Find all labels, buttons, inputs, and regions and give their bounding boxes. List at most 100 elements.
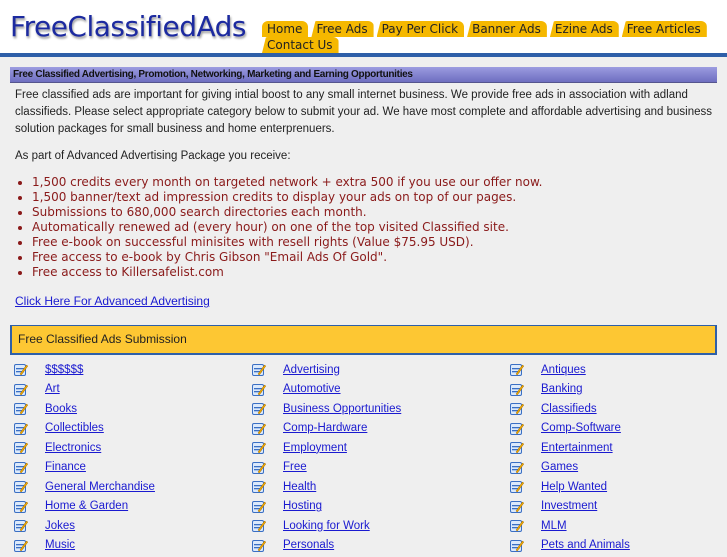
nav-tab-free-articles[interactable]: Free Articles (621, 21, 707, 37)
category-link[interactable]: Antiques (541, 364, 586, 376)
package-heading: As part of Advanced Advertising Package … (15, 150, 291, 162)
edit-document-icon[interactable] (252, 500, 267, 513)
category-link[interactable]: Comp-Software (541, 422, 621, 434)
category-link[interactable]: Home & Garden (45, 500, 128, 512)
category-link[interactable]: Games (541, 461, 578, 473)
edit-document-icon[interactable] (14, 363, 29, 377)
category-link[interactable]: Collectibles (45, 422, 104, 434)
edit-document-icon[interactable] (14, 422, 29, 435)
category-link[interactable]: Personals (283, 539, 334, 551)
nav-tab-banner-ads[interactable]: Banner Ads (467, 21, 547, 37)
category-row: Jokes Looking for Work MLM (0, 516, 727, 536)
edit-document-icon[interactable] (510, 363, 525, 377)
category-link[interactable]: Finance (45, 461, 86, 473)
benefit-item: Automatically renewed ad (every hour) on… (18, 220, 727, 235)
category-cell: Automotive (252, 383, 510, 396)
benefit-item: Free access to e-book by Chris Gibson "E… (18, 250, 727, 265)
edit-document-icon[interactable] (14, 519, 29, 533)
header-divider (0, 53, 727, 57)
category-link[interactable]: Jokes (45, 520, 75, 532)
edit-document-icon[interactable] (510, 402, 525, 416)
edit-document-icon[interactable] (14, 461, 29, 474)
edit-document-icon[interactable] (252, 539, 267, 552)
benefit-item: 1,500 credits every month on targeted ne… (18, 175, 727, 190)
category-link[interactable]: Books (45, 403, 77, 415)
category-link[interactable]: Pets and Animals (541, 539, 630, 551)
category-link[interactable]: Electronics (45, 442, 101, 454)
intro-text: Free classified ads are important for gi… (15, 89, 712, 135)
site-header: FreeClassifiedAds Home Free Ads Pay Per … (0, 0, 727, 57)
category-row: $$$$$$ Advertising Antiques (0, 360, 727, 380)
category-link[interactable]: Employment (283, 442, 347, 454)
category-link[interactable]: Music (45, 539, 75, 551)
category-link[interactable]: Help Wanted (541, 481, 607, 493)
category-cell: Entertainment (510, 441, 613, 455)
edit-document-icon[interactable] (14, 383, 29, 396)
category-cell: MLM (510, 519, 567, 533)
category-link[interactable]: Automotive (283, 383, 341, 395)
edit-document-icon[interactable] (14, 402, 29, 416)
category-link[interactable]: Banking (541, 383, 583, 395)
category-cell: Hosting (252, 500, 510, 513)
nav-tab-home[interactable]: Home (262, 21, 309, 37)
edit-document-icon[interactable] (14, 500, 29, 513)
main-nav: Home Free Ads Pay Per Click Banner Ads E… (262, 21, 722, 53)
site-logo[interactable]: FreeClassifiedAds (10, 10, 247, 43)
nav-tab-pay-per-click[interactable]: Pay Per Click (376, 21, 465, 37)
category-link[interactable]: Advertising (283, 364, 340, 376)
category-row: Home & Garden Hosting Investment (0, 497, 727, 517)
category-link[interactable]: Classifieds (541, 403, 597, 415)
category-cell: Help Wanted (510, 480, 607, 494)
category-link[interactable]: Looking for Work (283, 520, 370, 532)
edit-document-icon[interactable] (510, 539, 525, 552)
edit-document-icon[interactable] (252, 441, 267, 455)
category-cell: Pets and Animals (510, 539, 630, 552)
category-cell: Business Opportunities (252, 402, 510, 416)
edit-document-icon[interactable] (252, 519, 267, 533)
edit-document-icon[interactable] (510, 383, 525, 396)
category-row: Art Automotive Banking (0, 380, 727, 400)
nav-tab-contact-us[interactable]: Contact Us (262, 37, 339, 53)
category-link[interactable]: Investment (541, 500, 597, 512)
edit-document-icon[interactable] (14, 480, 29, 494)
edit-document-icon[interactable] (252, 383, 267, 396)
edit-document-icon[interactable] (510, 480, 525, 494)
edit-document-icon[interactable] (14, 539, 29, 552)
category-link[interactable]: Entertainment (541, 442, 613, 454)
nav-tab-ezine-ads[interactable]: Ezine Ads (549, 21, 619, 37)
benefit-item: 1,500 banner/text ad impression credits … (18, 190, 727, 205)
edit-document-icon[interactable] (252, 480, 267, 494)
category-row: General Merchandise Health Help Wanted (0, 477, 727, 497)
category-link[interactable]: MLM (541, 520, 567, 532)
category-link[interactable]: Business Opportunities (283, 403, 401, 415)
edit-document-icon[interactable] (252, 402, 267, 416)
category-cell: Banking (510, 383, 583, 396)
category-row: Books Business Opportunities Classifieds (0, 399, 727, 419)
edit-document-icon[interactable] (252, 422, 267, 435)
edit-document-icon[interactable] (510, 422, 525, 435)
category-cell: Health (252, 480, 510, 494)
category-cell: Investment (510, 500, 597, 513)
edit-document-icon[interactable] (252, 363, 267, 377)
advanced-advertising-link[interactable]: Click Here For Advanced Advertising (15, 294, 712, 308)
benefit-item: Submissions to 680,000 search directorie… (18, 205, 727, 220)
edit-document-icon[interactable] (510, 461, 525, 474)
category-link[interactable]: Art (45, 383, 60, 395)
edit-document-icon[interactable] (510, 519, 525, 533)
category-link[interactable]: Comp-Hardware (283, 422, 367, 434)
nav-tab-free-ads[interactable]: Free Ads (311, 21, 374, 37)
category-link[interactable]: General Merchandise (45, 481, 155, 493)
benefits-list: 1,500 credits every month on targeted ne… (0, 175, 727, 280)
edit-document-icon[interactable] (510, 500, 525, 513)
category-link[interactable]: $$$$$$ (45, 364, 83, 376)
category-link[interactable]: Health (283, 481, 316, 493)
category-cell: Advertising (252, 363, 510, 377)
category-link[interactable]: Hosting (283, 500, 322, 512)
edit-document-icon[interactable] (14, 441, 29, 455)
category-link[interactable]: Free (283, 461, 307, 473)
edit-document-icon[interactable] (252, 461, 267, 474)
category-row: Electronics Employment Entertainment (0, 438, 727, 458)
category-cell: Employment (252, 441, 510, 455)
category-cell: Comp-Software (510, 422, 621, 435)
edit-document-icon[interactable] (510, 441, 525, 455)
